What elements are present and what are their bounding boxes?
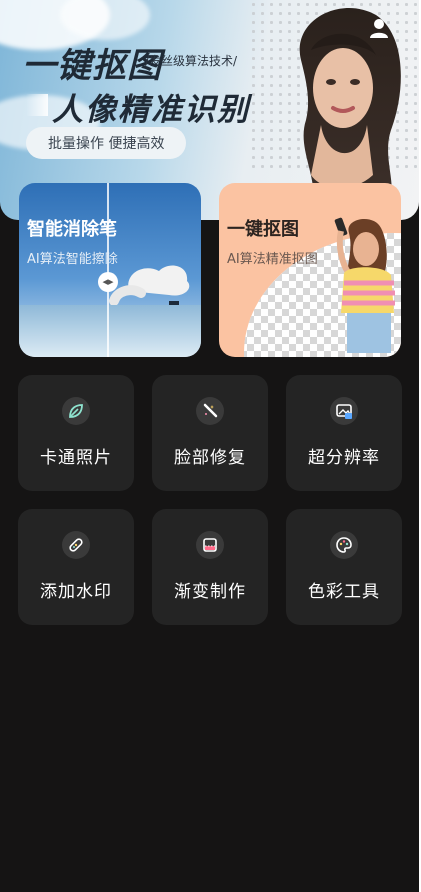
banner-tagline-pill: 批量操作 便捷高效	[26, 127, 187, 159]
bandage-icon	[62, 531, 90, 559]
headline-accent-bar	[26, 94, 48, 116]
tool-super-resolution[interactable]: 超分辨率	[286, 375, 402, 491]
banner-headline-text: 人像精准识别	[52, 92, 250, 128]
tool-color-tools[interactable]: 色彩工具	[286, 509, 402, 625]
tool-label: 色彩工具	[308, 582, 380, 602]
cutout-person-image	[334, 217, 395, 353]
feature-description: AI算法精准抠图	[227, 252, 318, 267]
banner-subtitle: /发丝级算法技术/	[145, 54, 238, 68]
banner-title: 一键抠图	[22, 46, 162, 86]
ground-decoration	[19, 305, 201, 357]
tool-add-watermark[interactable]: 添加水印	[18, 509, 134, 625]
app-screen: 一键抠图 /发丝级算法技术/ 人像精准识别 批量操作 便捷高效 ◂▸ 智能消除笔…	[0, 0, 419, 892]
tool-label: 添加水印	[40, 582, 112, 602]
feature-title: 智能消除笔	[27, 219, 117, 240]
banner-headline: 人像精准识别	[26, 84, 250, 129]
magic-wand-icon	[196, 397, 224, 425]
portrait-image	[299, 7, 401, 210]
tool-label: 脸部修复	[174, 448, 246, 468]
compare-divider	[107, 183, 109, 357]
one-click-cutout-card[interactable]: 一键抠图 AI算法精准抠图	[219, 183, 401, 357]
tool-gradient-maker[interactable]: 渐变制作	[152, 509, 268, 625]
tool-label: 渐变制作	[174, 582, 246, 602]
hd-image-icon	[330, 397, 358, 425]
palette-icon	[330, 531, 358, 559]
gradient-icon	[196, 531, 224, 559]
cartoon-leaf-icon	[62, 397, 90, 425]
tool-label: 卡通照片	[40, 448, 112, 468]
tool-label: 超分辨率	[308, 448, 380, 468]
feature-description: AI算法智能擦除	[27, 252, 118, 267]
smart-eraser-card[interactable]: ◂▸ 智能消除笔 AI算法智能擦除	[19, 183, 201, 357]
compare-handle-icon[interactable]: ◂▸	[98, 272, 118, 292]
user-icon[interactable]	[367, 16, 391, 40]
tool-face-repair[interactable]: 脸部修复	[152, 375, 268, 491]
feature-title: 一键抠图	[227, 219, 299, 240]
tool-cartoon-photo[interactable]: 卡通照片	[18, 375, 134, 491]
